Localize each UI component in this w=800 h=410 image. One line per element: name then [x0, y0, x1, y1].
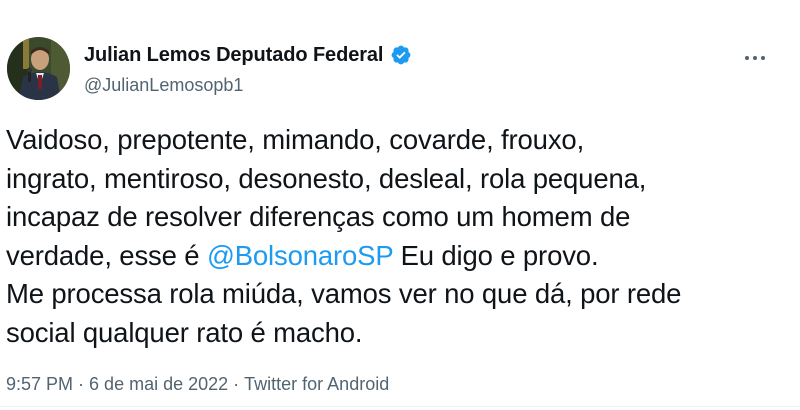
meta-separator: ·: [78, 374, 85, 394]
tweet-card: Julian Lemos Deputado Federal @JulianLem…: [0, 0, 800, 410]
author-display-name[interactable]: Julian Lemos Deputado Federal: [84, 45, 383, 65]
author-handle[interactable]: @JulianLemosopb1: [84, 76, 412, 94]
tweet-line: social qualquer rato é macho.: [6, 316, 363, 348]
tweet-text-segment: verdade, esse é: [6, 239, 207, 271]
tweet-text: Vaidoso, prepotente, mimando, covarde, f…: [6, 121, 786, 353]
tweet-source[interactable]: Twitter for Android: [244, 374, 389, 394]
author-block: Julian Lemos Deputado Federal @JulianLem…: [84, 44, 412, 94]
tweet-line-with-mention: verdade, esse é @BolsonaroSP Eu digo e p…: [6, 237, 786, 276]
name-row: Julian Lemos Deputado Federal: [84, 44, 412, 66]
tweet-line: incapaz de resolver diferenças como um h…: [6, 201, 631, 233]
mention-link[interactable]: @BolsonaroSP: [207, 240, 393, 271]
meta-separator: ·: [233, 374, 240, 394]
tweet-text-segment: Eu digo e provo.: [393, 239, 599, 271]
tweet-line: ingrato, mentiroso, desonesto, desleal, …: [6, 162, 647, 194]
verified-badge-icon: [390, 44, 412, 66]
tweet-time[interactable]: 9:57 PM: [6, 374, 73, 394]
avatar-photo: [7, 37, 70, 100]
more-options-button[interactable]: [740, 46, 770, 70]
divider: [0, 406, 800, 407]
more-horizontal-icon: [745, 56, 765, 60]
tweet-date[interactable]: 6 de mai de 2022: [89, 374, 228, 394]
tweet-meta: 9:57 PM · 6 de mai de 2022 · Twitter for And…: [6, 374, 389, 395]
avatar[interactable]: [7, 37, 70, 100]
tweet-line: Vaidoso, prepotente, mimando, covarde, f…: [6, 124, 585, 155]
tweet-line: Me processa rola miúda, vamos ver no que…: [6, 278, 682, 310]
